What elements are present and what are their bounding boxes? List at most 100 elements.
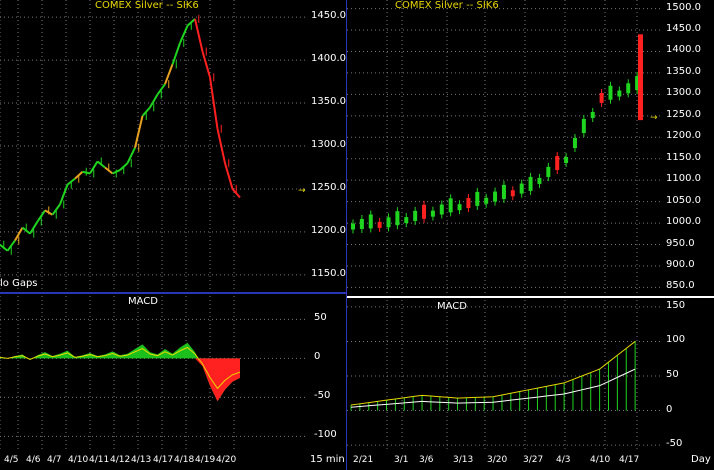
- y-tick-label: -100: [314, 429, 337, 441]
- right-horizontal-divider[interactable]: [347, 296, 714, 298]
- y-tick-label: 1200.0: [311, 224, 346, 236]
- candle-body: [484, 197, 489, 204]
- candle-body: [395, 211, 400, 226]
- x-tick-label: 4/17: [153, 455, 174, 465]
- x-tick-label: 4/20: [216, 455, 237, 465]
- candle-body: [519, 183, 524, 194]
- candle-body: [564, 157, 569, 164]
- y-tick-label: 950.0: [666, 237, 695, 249]
- y-tick-label: 1450.0: [666, 23, 701, 35]
- last-price-marker: →: [650, 113, 658, 123]
- candle-body: [386, 217, 391, 228]
- y-tick-label: 100: [666, 334, 686, 346]
- x-tick-label: 4/7: [47, 455, 62, 465]
- price-segment: [194, 18, 204, 52]
- y-tick-label: 50: [314, 312, 327, 324]
- candle-body: [430, 210, 435, 217]
- y-tick-label: 0: [666, 403, 673, 415]
- y-tick-label: 1100.0: [666, 173, 701, 185]
- candle-body: [608, 85, 613, 100]
- left-price-pane[interactable]: → COMEX Silver -- SIK6 lo Gaps: [0, 0, 308, 292]
- candle-body: [359, 218, 364, 229]
- candle-body: [590, 111, 595, 118]
- x-tick-label: 3/6: [419, 455, 434, 465]
- x-tick-label: 4/17: [619, 455, 640, 465]
- candle-body: [528, 176, 533, 191]
- candle-body: [617, 90, 622, 97]
- x-tick-label: 4/10: [590, 455, 611, 465]
- candle-body: [581, 118, 586, 133]
- right-macd-pane[interactable]: MACD: [347, 300, 660, 452]
- y-tick-label: 1000.0: [666, 216, 701, 228]
- left-chart-title: COMEX Silver -- SIK6: [95, 0, 199, 11]
- candle-body: [475, 191, 480, 206]
- candle-body: [493, 191, 498, 202]
- candle-body: [510, 190, 515, 197]
- candle-body: [572, 138, 577, 148]
- candle-body: [626, 83, 631, 94]
- y-tick-label: 1400.0: [311, 53, 346, 65]
- x-tick-label: 3/27: [523, 455, 544, 465]
- y-tick-label: 1250.0: [311, 181, 346, 193]
- left-macd-pane[interactable]: MACD: [0, 296, 308, 452]
- y-tick-label: -50: [666, 438, 683, 450]
- left-price-chart: →: [0, 0, 308, 292]
- right-macd-axis: 150 100 50 0 -50: [660, 300, 714, 452]
- left-price-axis: 1450.0 1400.0 1350.0 1300.0 1250.0 1200.0 1150…: [308, 0, 346, 292]
- x-tick-label: 2/21: [353, 455, 374, 465]
- candle-body: [439, 204, 444, 215]
- y-tick-label: 0: [314, 351, 321, 363]
- x-tick-label: 4/10: [68, 455, 89, 465]
- candle-body: [377, 221, 382, 228]
- x-tick-label: 3/13: [453, 455, 474, 465]
- x-tick-label: 4/6: [26, 455, 41, 465]
- y-tick-label: 1250.0: [666, 108, 701, 120]
- y-tick-label: 1150.0: [666, 151, 701, 163]
- right-x-axis: 2/21 3/1 3/6 3/13 3/20 3/27 4/3 4/10 4/17 Day: [347, 452, 714, 470]
- candle-body-last: [638, 34, 643, 121]
- price-segment: [134, 115, 144, 148]
- left-horizontal-divider[interactable]: [0, 292, 346, 294]
- right-macd-chart: [347, 300, 660, 452]
- macd-area: [0, 342, 240, 402]
- y-tick-label: -50: [314, 390, 331, 402]
- candle-body: [555, 155, 560, 170]
- candle-body: [457, 204, 462, 211]
- left-units-label: 15 min: [310, 454, 345, 465]
- left-macd-axis: 50 0 -50 -100: [308, 296, 346, 452]
- candle-body: [599, 92, 604, 103]
- candle-body: [422, 204, 427, 219]
- left-macd-chart: [0, 296, 308, 452]
- x-tick-label: 4/12: [110, 455, 131, 465]
- x-tick-label: 4/19: [195, 455, 216, 465]
- x-tick-label: 4/5: [4, 455, 19, 465]
- x-tick-label: 3/1: [394, 455, 409, 465]
- y-tick-label: 1350.0: [666, 65, 701, 77]
- x-tick-label: 4/3: [556, 455, 571, 465]
- right-chart-title: COMEX Silver -- SIK6: [395, 0, 499, 11]
- y-tick-label: 1300.0: [311, 139, 346, 150]
- vertical-divider[interactable]: [346, 0, 347, 470]
- macd-negative-area: [195, 358, 240, 402]
- left-gaps-label: lo Gaps: [0, 278, 38, 289]
- y-tick-label: 1500.0: [666, 1, 701, 13]
- last-price-marker: →: [298, 186, 306, 196]
- right-price-chart: →: [347, 0, 660, 296]
- candle-body: [368, 214, 373, 229]
- x-tick-label: 4/11: [89, 455, 110, 465]
- candle-body: [546, 166, 551, 177]
- y-tick-label: 1300.0: [666, 87, 701, 99]
- y-tick-label: 850.0: [666, 280, 695, 292]
- right-macd-title: MACD: [437, 301, 467, 312]
- candle-body: [501, 184, 506, 199]
- x-tick-label: 4/13: [131, 455, 152, 465]
- candle-body: [466, 198, 471, 209]
- right-price-pane[interactable]: → COMEX Silver -- SIK6: [347, 0, 660, 296]
- y-tick-label: 1350.0: [311, 96, 346, 108]
- candle-body: [448, 198, 453, 213]
- candle-body: [537, 177, 542, 184]
- y-tick-label: 1050.0: [666, 194, 701, 206]
- y-tick-label: 1200.0: [666, 130, 701, 142]
- left-macd-title: MACD: [128, 296, 158, 307]
- price-segment: [216, 128, 226, 164]
